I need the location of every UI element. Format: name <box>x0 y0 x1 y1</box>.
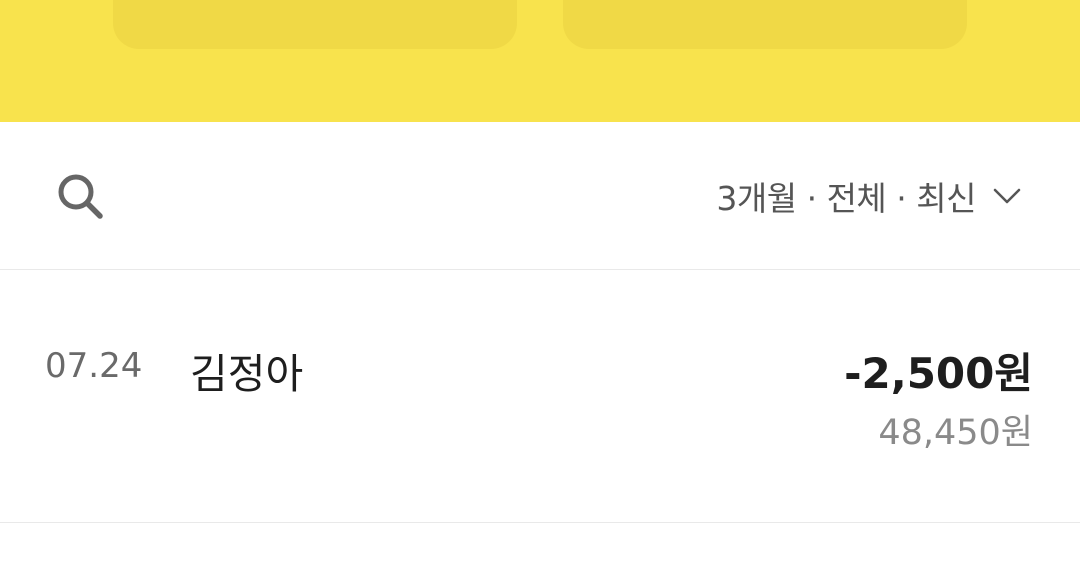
account-header <box>0 0 1080 122</box>
chevron-down-icon <box>993 188 1021 204</box>
search-icon <box>58 174 103 219</box>
header-action-button-right[interactable] <box>563 0 967 49</box>
transaction-counterparty: 김정아 <box>190 350 304 398</box>
transaction-amount: -2,500원 <box>844 349 1033 398</box>
transaction-row[interactable]: 07.24 김정아 -2,500원 48,450원 <box>0 270 1080 523</box>
filter-summary-label: 3개월 · 전체 · 최신 <box>716 179 976 218</box>
search-button[interactable] <box>52 168 108 224</box>
transaction-balance: 48,450원 <box>878 413 1033 453</box>
transaction-date: 07.24 <box>45 346 143 386</box>
filter-bar: 3개월 · 전체 · 최신 <box>0 122 1080 270</box>
period-filter-dropdown[interactable]: 3개월 · 전체 · 최신 <box>716 174 1022 218</box>
header-action-button-left[interactable] <box>113 0 517 49</box>
